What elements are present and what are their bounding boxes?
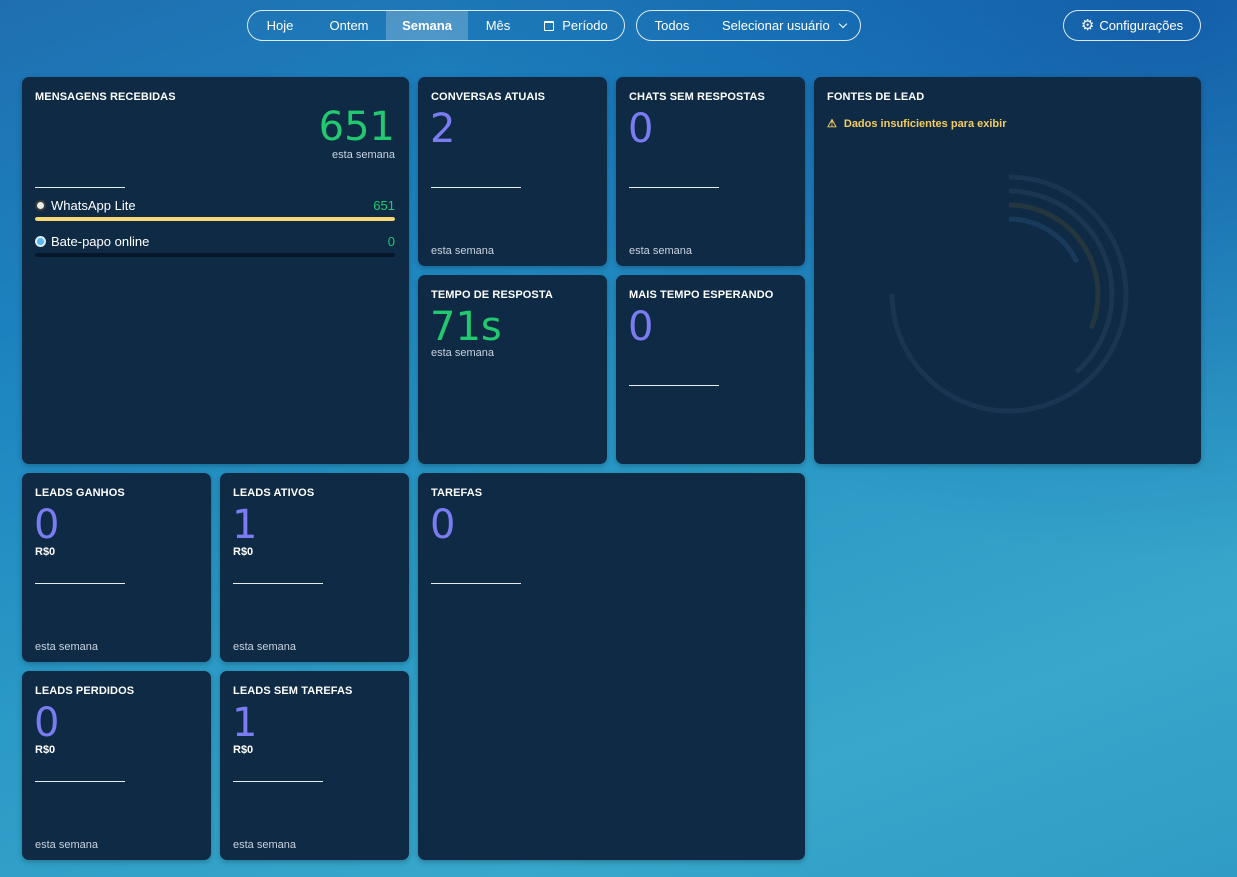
current-conversations-card[interactable]: CONVERSAS ATUAIS 2 esta semana	[418, 77, 607, 266]
radial-ring-outer	[889, 174, 1129, 414]
longest-waiting-card[interactable]: MAIS TEMPO ESPERANDO 0	[616, 275, 805, 464]
source-name: WhatsApp Lite	[51, 198, 136, 213]
card-value: 0	[34, 700, 60, 746]
radial-ring-3	[917, 202, 1101, 386]
card-value: 0	[430, 502, 456, 548]
select-user-dropdown[interactable]: Selecionar usuário	[707, 11, 860, 40]
calendar-icon	[544, 20, 555, 31]
users-all-button[interactable]: Todos	[637, 11, 707, 40]
divider	[233, 781, 323, 782]
source-bar-whatsapp	[35, 217, 395, 221]
period-custom[interactable]: Período	[528, 11, 624, 40]
settings-button[interactable]: ⚙ Configurações	[1063, 10, 1201, 41]
lead-sources-card[interactable]: FONTES DE LEAD ⚠ Dados insuficientes par…	[814, 77, 1201, 464]
chat-bubble-icon	[35, 236, 46, 247]
period-custom-label: Período	[562, 18, 608, 33]
card-footer: esta semana	[629, 245, 692, 257]
unanswered-chats-card[interactable]: CHATS SEM RESPOSTAS 0 esta semana	[616, 77, 805, 266]
select-user-label: Selecionar usuário	[722, 18, 830, 33]
period-week[interactable]: Semana	[386, 11, 468, 40]
messages-total: 651	[318, 104, 395, 150]
divider	[431, 187, 521, 188]
leads-without-tasks-card[interactable]: LEADS SEM TAREFAS 1 R$0 esta semana	[220, 671, 409, 860]
source-bar-fill	[35, 217, 395, 221]
card-footer: esta semana	[431, 245, 494, 257]
card-value: 1	[232, 700, 258, 746]
divider	[35, 187, 125, 188]
card-title: LEADS GANHOS	[35, 487, 125, 499]
period-yesterday[interactable]: Ontem	[312, 11, 386, 40]
settings-button-inner[interactable]: ⚙ Configurações	[1064, 11, 1200, 40]
divider	[629, 385, 719, 386]
messages-received-card[interactable]: MENSAGENS RECEBIDAS 651 esta semana What…	[22, 77, 409, 464]
card-title: LEADS ATIVOS	[233, 487, 315, 499]
divider	[35, 583, 125, 584]
card-title: MAIS TEMPO ESPERANDO	[629, 289, 774, 301]
card-title: CHATS SEM RESPOSTAS	[629, 91, 765, 103]
settings-label: Configurações	[1099, 18, 1184, 33]
divider	[431, 583, 521, 584]
leads-won-card[interactable]: LEADS GANHOS 0 R$0 esta semana	[22, 473, 211, 662]
card-caption: esta semana	[431, 347, 494, 359]
gear-icon: ⚙	[1080, 17, 1095, 34]
source-name: Bate-papo online	[51, 234, 150, 249]
source-row-whatsapp[interactable]: WhatsApp Lite 651	[35, 198, 395, 213]
card-footer: esta semana	[233, 839, 296, 851]
response-time-card[interactable]: TEMPO DE RESPOSTA 71s esta semana	[418, 275, 607, 464]
tasks-card[interactable]: TAREFAS 0	[418, 473, 805, 860]
source-bar-chat	[35, 253, 395, 257]
card-money: R$0	[35, 744, 56, 756]
divider	[629, 187, 719, 188]
chevron-down-icon	[838, 19, 847, 28]
leads-active-card[interactable]: LEADS ATIVOS 1 R$0 esta semana	[220, 473, 409, 662]
top-bar: Hoje Ontem Semana Mês Período Todos Sele…	[0, 10, 1237, 41]
period-selector: Hoje Ontem Semana Mês Período	[247, 10, 625, 41]
period-today[interactable]: Hoje	[248, 11, 312, 40]
user-filter: Todos Selecionar usuário	[636, 10, 861, 41]
card-title: TAREFAS	[431, 487, 483, 499]
card-footer: esta semana	[35, 641, 98, 653]
whatsapp-icon	[35, 200, 46, 211]
card-footer: esta semana	[35, 839, 98, 851]
card-value: 71s	[430, 304, 502, 350]
card-money: R$0	[233, 744, 254, 756]
card-value: 2	[430, 106, 456, 152]
card-value: 0	[628, 106, 654, 152]
card-title: CONVERSAS ATUAIS	[431, 91, 546, 103]
card-footer: esta semana	[233, 641, 296, 653]
source-value: 0	[387, 234, 395, 249]
radial-ring-2	[903, 188, 1115, 400]
card-title: MENSAGENS RECEBIDAS	[35, 91, 176, 103]
card-value: 0	[628, 304, 654, 350]
radial-ring-inner	[931, 216, 1087, 372]
card-money: R$0	[35, 546, 56, 558]
divider	[233, 583, 323, 584]
period-month[interactable]: Mês	[468, 11, 528, 40]
card-title: LEADS SEM TAREFAS	[233, 685, 353, 697]
messages-total-caption: esta semana	[332, 149, 395, 161]
card-money: R$0	[233, 546, 254, 558]
divider	[35, 781, 125, 782]
source-value: 651	[373, 198, 395, 213]
leads-lost-card[interactable]: LEADS PERDIDOS 0 R$0 esta semana	[22, 671, 211, 860]
card-title: TEMPO DE RESPOSTA	[431, 289, 553, 301]
card-title: LEADS PERDIDOS	[35, 685, 135, 697]
card-value: 1	[232, 502, 258, 548]
empty-radial-chart	[889, 174, 1129, 414]
source-row-chat[interactable]: Bate-papo online 0	[35, 234, 395, 249]
card-value: 0	[34, 502, 60, 548]
